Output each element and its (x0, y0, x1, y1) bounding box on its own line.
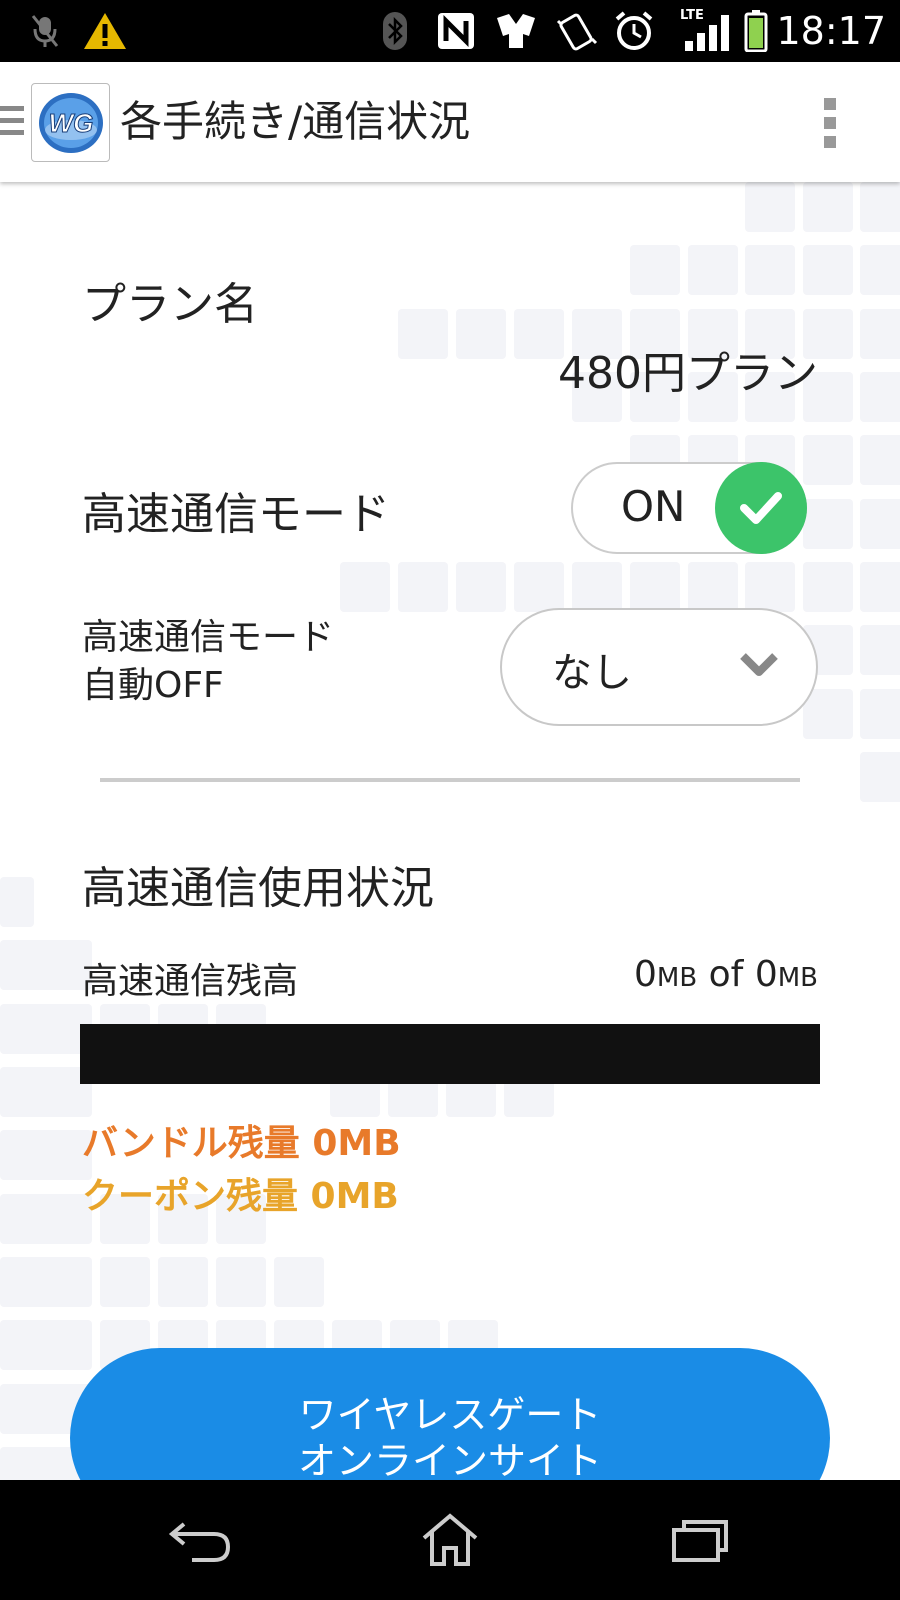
app-logo[interactable]: WG (31, 83, 110, 162)
warning-icon (82, 10, 128, 52)
auto-off-label-line2: 自動OFF (82, 665, 224, 706)
overflow-menu-icon[interactable] (824, 98, 838, 150)
alarm-icon (612, 10, 656, 52)
remaining-value: 0MB of 0MB (634, 954, 818, 995)
battery-icon (742, 10, 770, 52)
total-value: 0 (754, 954, 778, 995)
network-type-label: LTE (680, 8, 704, 23)
main-content: プラン名 480円プラン 高速通信モード ON 高速通信モード 自動OFF なし… (0, 182, 900, 1528)
plan-value: 480円プラン (558, 348, 818, 399)
auto-off-label-line1: 高速通信モード (82, 617, 335, 658)
chevron-down-icon (738, 650, 780, 684)
sim-icon (494, 10, 538, 52)
navigation-bar (0, 1480, 900, 1600)
auto-off-label: 高速通信モード 自動OFF (82, 614, 334, 710)
page-title: 各手続き/通信状況 (120, 97, 471, 146)
mic-off-icon (28, 10, 62, 52)
plan-label: プラン名 (82, 279, 258, 330)
total-unit: MB (777, 963, 818, 993)
section-divider (100, 778, 800, 782)
online-site-button-line1: ワイヤレスゲート (298, 1393, 602, 1437)
signal-icon: LTE (680, 8, 734, 52)
remaining-progress-bar (80, 1024, 820, 1084)
status-clock: 18:17 (776, 9, 886, 53)
toggle-state-text: ON (621, 482, 686, 531)
bluetooth-icon (378, 10, 412, 52)
checkmark-icon (715, 462, 807, 554)
coupon-remaining: クーポン残量 0MB (82, 1176, 399, 1217)
logo-text: WG (48, 108, 93, 138)
bundle-remaining: バンドル残量 0MB (82, 1123, 401, 1164)
recents-icon[interactable] (660, 1510, 740, 1570)
home-icon[interactable] (410, 1510, 490, 1570)
back-icon[interactable] (160, 1510, 240, 1570)
auto-off-select[interactable]: なし (500, 608, 818, 726)
of-text: of (708, 954, 744, 995)
usage-section-title: 高速通信使用状況 (82, 863, 434, 914)
menu-icon[interactable] (0, 106, 24, 140)
used-value: 0 (634, 954, 657, 995)
used-unit: MB (656, 963, 698, 993)
status-bar: LTE 18:17 (0, 0, 900, 62)
vibrate-icon (554, 10, 598, 52)
auto-off-selected-value: なし (552, 650, 632, 696)
nfc-icon (434, 10, 478, 52)
app-bar: WG 各手続き/通信状況 (0, 62, 900, 182)
remaining-label: 高速通信残高 (82, 961, 299, 1002)
high-speed-mode-toggle[interactable]: ON (571, 462, 807, 554)
online-site-button-line2: オンラインサイト (297, 1439, 602, 1483)
high-speed-mode-label: 高速通信モード (82, 489, 390, 540)
